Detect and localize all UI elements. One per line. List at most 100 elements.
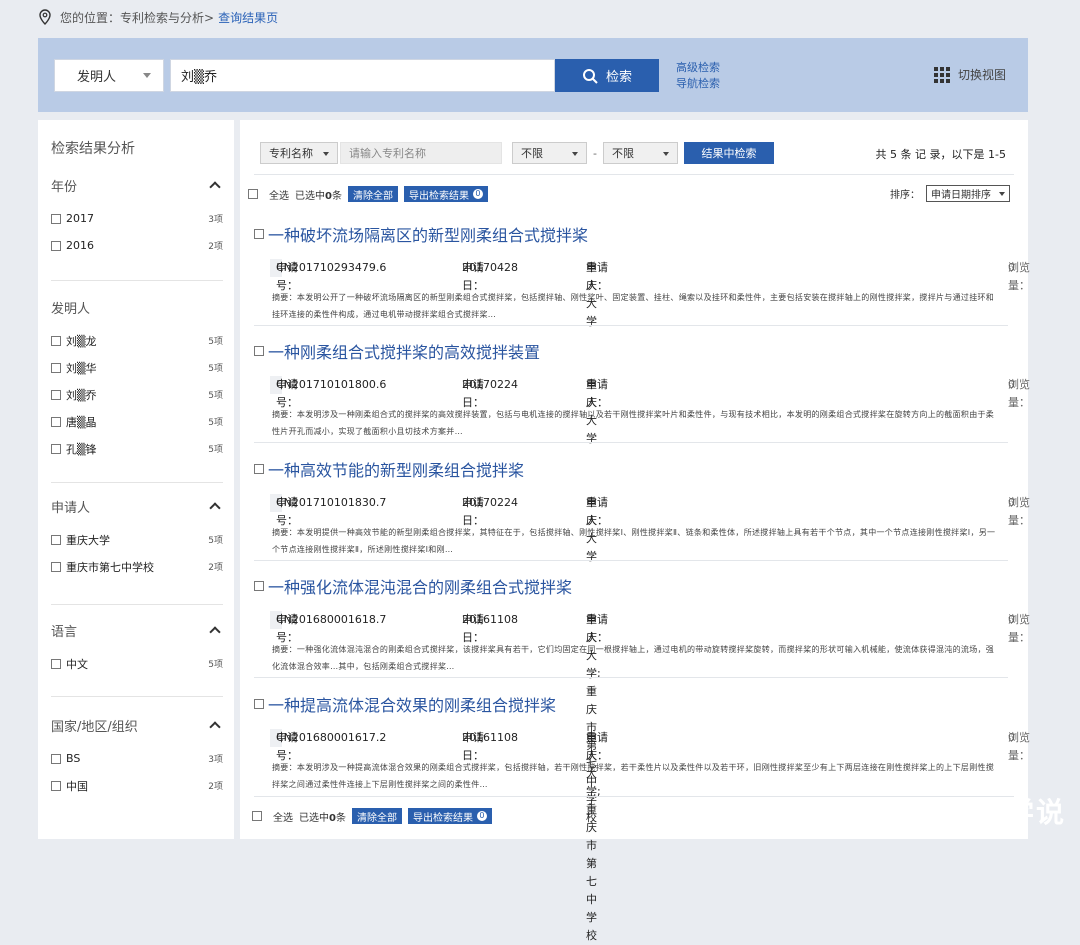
result-summary: 共 5 条 记 录，以下是 1-5 xyxy=(875,148,1006,161)
facet-item[interactable]: 中文 5项 xyxy=(51,650,223,677)
result-toolbar-bottom: 全选 已选中0条 清除全部 导出检索结果 0 xyxy=(252,807,492,825)
facet-item[interactable]: 刘▒乔 5项 xyxy=(51,381,223,408)
checkbox[interactable] xyxy=(254,346,264,356)
result-title-text[interactable]: 一种提高流体混合效果的刚柔组合搅拌桨 xyxy=(268,692,556,716)
chevron-down-icon xyxy=(143,73,151,78)
facet-title: 申请人 xyxy=(51,500,91,516)
checkbox[interactable] xyxy=(51,213,61,224)
facet-header[interactable]: 语言 xyxy=(51,619,223,641)
chevron-up-icon[interactable] xyxy=(209,721,221,733)
divider xyxy=(51,696,223,697)
result-title[interactable]: 一种提高流体混合效果的刚柔组合搅拌桨 xyxy=(254,693,1008,715)
result-title-text[interactable]: 一种破坏流场隔离区的新型刚柔组合式搅拌桨 xyxy=(268,222,588,246)
checkbox[interactable] xyxy=(254,464,264,474)
checkbox[interactable] xyxy=(51,753,61,764)
grid-icon xyxy=(933,66,950,83)
divider xyxy=(254,560,1008,561)
result-title-text[interactable]: 一种高效节能的新型刚柔组合搅拌桨 xyxy=(268,457,524,481)
facet-item[interactable]: 2016 2项 xyxy=(51,232,223,259)
facet-item[interactable]: 唐▒晶 5项 xyxy=(51,408,223,435)
checkbox[interactable] xyxy=(51,389,61,400)
facet-item-label: 中国 xyxy=(66,779,88,793)
checkbox[interactable] xyxy=(254,699,264,709)
advanced-search-link[interactable]: 高级检索 xyxy=(676,60,720,76)
result-title[interactable]: 一种高效节能的新型刚柔组合搅拌桨 xyxy=(254,458,1008,480)
result-title[interactable]: 一种破坏流场隔离区的新型刚柔组合式搅拌桨 xyxy=(254,223,1008,245)
navigation-search-link[interactable]: 导航检索 xyxy=(676,76,720,92)
facet-item[interactable]: 重庆大学 5项 xyxy=(51,526,223,553)
breadcrumb-current[interactable]: 查询结果页 xyxy=(218,9,278,26)
sort-control: 排序： 申请日期排序 xyxy=(890,185,1010,202)
search-button[interactable]: 检索 xyxy=(555,59,659,92)
search-field-label: 发明人 xyxy=(77,70,117,85)
facet-header[interactable]: 申请人 xyxy=(51,495,223,517)
result-meta: 申请号： CN201680001618.7 申请日： 20161108 申请人： 重庆… xyxy=(270,611,1030,824)
chevron-up-icon[interactable] xyxy=(209,181,221,193)
search-input[interactable]: 刘▒乔 xyxy=(170,59,555,92)
facet-item-label: 孔▒锋 xyxy=(66,442,97,456)
checkbox[interactable] xyxy=(51,534,61,545)
result-toolbar: 全选 已选中0条 清除全部 导出检索结果 0 xyxy=(248,185,488,203)
chevron-up-icon[interactable] xyxy=(209,626,221,638)
checkbox[interactable] xyxy=(51,561,61,572)
facet-item[interactable]: 中国 2项 xyxy=(51,772,223,799)
facet-item[interactable]: 2017 3项 xyxy=(51,205,223,232)
facet-item-count: 3项 xyxy=(208,215,223,225)
facet-item[interactable]: BS 3项 xyxy=(51,745,223,772)
application-number: 申请号： CN201710101800.6 xyxy=(270,376,386,409)
date-from-select[interactable]: 不限 xyxy=(512,142,587,164)
facet-item[interactable]: 刘▒华 5项 xyxy=(51,354,223,381)
facet-item[interactable]: 重庆市第七中学校 2项 xyxy=(51,553,223,580)
view-toggle[interactable]: 切换视图 xyxy=(933,66,1006,83)
breadcrumb-prefix: 您的位置： xyxy=(60,10,121,25)
clear-all-button[interactable]: 清除全部 xyxy=(351,808,402,824)
divider xyxy=(51,482,223,483)
result-title-text[interactable]: 一种强化流体混沌混合的刚柔组合式搅拌桨 xyxy=(268,574,572,598)
facet-item-count: 5项 xyxy=(208,364,223,374)
checkbox[interactable] xyxy=(51,780,61,791)
facet-header[interactable]: 国家/地区/组织 xyxy=(51,714,223,736)
result-title-text[interactable]: 一种刚柔组合式搅拌桨的高效搅拌装置 xyxy=(268,339,540,363)
facet-item-label: 2017 xyxy=(66,212,94,225)
advanced-links: 高级检索 导航检索 xyxy=(676,60,720,92)
facet-item-count: 2项 xyxy=(208,242,223,252)
select-all-checkbox[interactable] xyxy=(248,189,258,199)
date-to-select[interactable]: 不限 xyxy=(602,142,678,164)
clear-all-button[interactable]: 清除全部 xyxy=(347,186,398,202)
divider xyxy=(51,280,223,281)
filter-name-input[interactable]: 请输入专利名称 xyxy=(340,142,502,164)
export-results-button[interactable]: 导出检索结果 0 xyxy=(407,808,492,824)
facet-header[interactable]: 发明人 xyxy=(51,296,223,318)
filter-field-select[interactable]: 专利名称 xyxy=(260,142,338,164)
facet-item[interactable]: 孔▒锋 5项 xyxy=(51,435,223,462)
chevron-up-icon[interactable] xyxy=(209,502,221,514)
date-from-label: 不限 xyxy=(521,147,543,160)
checkbox[interactable] xyxy=(51,658,61,669)
result-title[interactable]: 一种刚柔组合式搅拌桨的高效搅拌装置 xyxy=(254,340,1008,362)
facet-item[interactable]: 刘▒龙 5项 xyxy=(51,327,223,354)
facet-title: 语言 xyxy=(51,624,78,640)
select-all-checkbox[interactable] xyxy=(252,811,262,821)
sort-select[interactable]: 申请日期排序 xyxy=(926,185,1010,202)
checkbox[interactable] xyxy=(51,335,61,346)
facet-header[interactable]: 年份 xyxy=(51,174,223,196)
checkbox[interactable] xyxy=(51,416,61,427)
result-abstract: 摘要：本发明公开了一种破坏流场隔离区的新型刚柔组合式搅拌桨，包括搅拌轴、刚性桨叶… xyxy=(272,293,995,319)
application-number: 申请号： CN201710293479.6 xyxy=(270,259,386,292)
result-title[interactable]: 一种强化流体混沌混合的刚柔组合式搅拌桨 xyxy=(254,575,1008,597)
export-results-button[interactable]: 导出检索结果 0 xyxy=(403,186,488,202)
selected-status: 已选中0条 xyxy=(295,190,342,202)
sidebar-title: 检索结果分析 xyxy=(51,141,135,157)
checkbox[interactable] xyxy=(254,229,264,239)
search-field-select[interactable]: 发明人 xyxy=(54,59,164,92)
selected-status: 已选中0条 xyxy=(299,812,346,824)
select-all-label: 全选 xyxy=(269,190,289,202)
checkbox[interactable] xyxy=(254,581,264,591)
facet-item-label: 唐▒晶 xyxy=(66,415,97,429)
search-in-results-button[interactable]: 结果中检索 xyxy=(683,142,774,164)
breadcrumb-path[interactable]: 专利检索与分析> xyxy=(120,9,214,26)
facet-item-count: 5项 xyxy=(208,445,223,455)
checkbox[interactable] xyxy=(51,240,61,251)
checkbox[interactable] xyxy=(51,443,61,454)
checkbox[interactable] xyxy=(51,362,61,373)
